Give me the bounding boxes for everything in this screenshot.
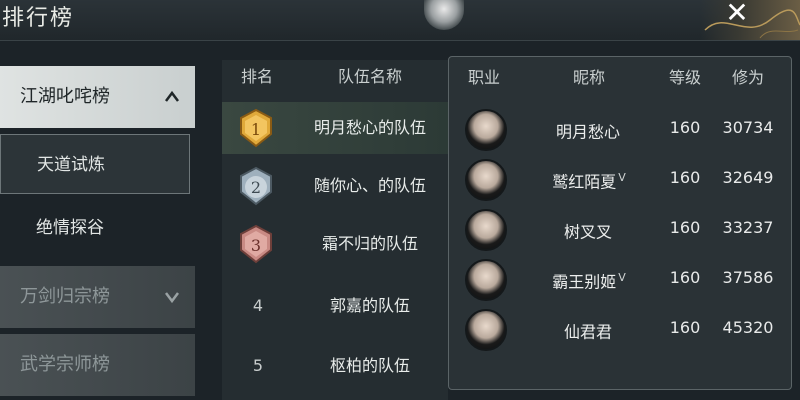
- team-name: 枢柏的队伍: [329, 356, 410, 375]
- page-title: 排行榜: [2, 6, 75, 31]
- member-level: 160: [669, 218, 701, 237]
- job-header: 职业: [467, 68, 500, 87]
- member-power: 45320: [722, 318, 774, 337]
- avatar: [465, 109, 507, 151]
- member-row[interactable]: 霸王别姬 V 160 37586: [449, 253, 791, 303]
- sub-category-label: 绝情探谷: [36, 218, 104, 238]
- member-nickname: 明月愁心: [555, 122, 620, 142]
- member-row[interactable]: 明月愁心 160 30734: [449, 103, 791, 153]
- rank-header: 排名: [240, 67, 273, 86]
- member-level: 160: [669, 268, 701, 287]
- close-button[interactable]: ✕: [718, 0, 756, 28]
- top-bar: 排行榜 ✕: [0, 0, 800, 41]
- team-ranking-panel: 排名 队伍名称 1 明月愁心的队伍 2 随你心、的队伍 3 霜不归的队伍 4 郭…: [222, 60, 448, 400]
- avatar: [465, 309, 507, 351]
- team-row[interactable]: 1 明月愁心的队伍: [222, 102, 448, 154]
- team-rank: 5: [252, 356, 264, 375]
- gold-medal-icon: 1: [240, 108, 272, 148]
- member-power: 32649: [722, 168, 774, 187]
- member-power: 30734: [722, 118, 774, 137]
- power-header: 修为: [731, 68, 764, 87]
- category-label: 武学宗师榜: [20, 354, 110, 375]
- member-row[interactable]: 鹫红陌夏 V 160 32649: [449, 153, 791, 203]
- member-level: 160: [669, 318, 701, 337]
- center-ornament-knob: [424, 0, 464, 30]
- member-row[interactable]: 仙君君 160 45320: [449, 303, 791, 353]
- bronze-medal-icon: 3: [240, 224, 272, 264]
- medal-rank: 1: [251, 120, 261, 139]
- member-nickname: 树叉叉: [563, 222, 612, 242]
- member-row[interactable]: 树叉叉 160 33237: [449, 203, 791, 253]
- member-nickname: 仙君君: [563, 322, 612, 342]
- silver-medal-icon: 2: [240, 166, 272, 206]
- category-label: 万剑归宗榜: [20, 286, 110, 307]
- team-name: 郭嘉的队伍: [329, 296, 410, 315]
- avatar: [465, 209, 507, 251]
- category-jianghu-chizha[interactable]: 江湖叱咤榜: [0, 66, 195, 128]
- medal-rank: 3: [251, 236, 261, 255]
- team-row[interactable]: 3 霜不归的队伍: [222, 218, 448, 270]
- category-label: 江湖叱咤榜: [20, 86, 110, 107]
- team-member-panel: 职业 昵称 等级 修为 明月愁心 160 30734 鹫红陌夏 V 160 326…: [448, 56, 792, 390]
- team-row[interactable]: 2 随你心、的队伍: [222, 160, 448, 212]
- medal-rank: 2: [251, 178, 261, 197]
- team-name: 霜不归的队伍: [321, 234, 418, 253]
- category-wuxue-zongshi[interactable]: 武学宗师榜: [0, 334, 195, 396]
- sub-category-tiandao-shilian[interactable]: 天道试炼: [0, 134, 190, 194]
- team-row[interactable]: 5 枢柏的队伍: [222, 340, 448, 392]
- category-wanjian-guizong[interactable]: 万剑归宗榜: [0, 266, 195, 328]
- avatar: [465, 259, 507, 301]
- sub-category-label: 天道试炼: [37, 155, 105, 175]
- sub-category-jueqing-tangu[interactable]: 绝情探谷: [0, 198, 190, 258]
- team-rank: 4: [252, 296, 264, 315]
- level-header: 等级: [668, 68, 701, 87]
- team-name: 明月愁心的队伍: [313, 118, 426, 137]
- avatar: [465, 159, 507, 201]
- team-name: 随你心、的队伍: [313, 176, 426, 195]
- team-name-header: 队伍名称: [337, 67, 402, 86]
- member-nickname: 鹫红陌夏 V: [552, 171, 626, 192]
- member-power: 37586: [722, 268, 774, 287]
- team-row[interactable]: 4 郭嘉的队伍: [222, 280, 448, 332]
- member-power: 33237: [722, 218, 774, 237]
- member-nickname: 霸王别姬 V: [552, 271, 626, 292]
- member-level: 160: [669, 118, 701, 137]
- member-level: 160: [669, 168, 701, 187]
- nickname-header: 昵称: [572, 68, 605, 87]
